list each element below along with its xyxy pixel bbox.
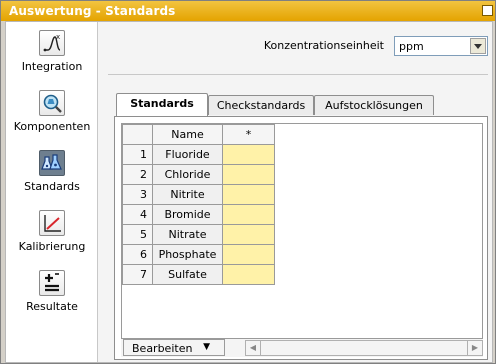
row-number[interactable]: 7 — [122, 264, 153, 285]
plus-equals-icon — [39, 270, 65, 296]
svg-text:x: x — [56, 33, 60, 41]
divider — [108, 74, 488, 75]
sidebar-item-label: Integration — [21, 60, 83, 73]
name-cell[interactable]: Bromide — [152, 204, 223, 225]
flasks-icon — [39, 150, 65, 176]
table-row: 6 Phosphate — [122, 244, 275, 265]
magnifier-flask-icon — [39, 90, 65, 116]
tab-panel: Name * 1 Fluoride 2 Chloride 3 Nitrite 4… — [114, 116, 488, 360]
edit-menu-label: Bearbeiten — [132, 342, 193, 355]
scroll-left-arrow-icon[interactable]: ◀ — [246, 341, 261, 355]
main-panel: Konzentrationseinheit ppm Standards Chec… — [98, 22, 492, 362]
standards-grid: Name * 1 Fluoride 2 Chloride 3 Nitrite 4… — [121, 123, 483, 339]
unit-label: Konzentrationseinheit — [263, 39, 384, 52]
grid-bottom-bar: Bearbeiten ▼ ◀ ▶ — [121, 339, 483, 357]
row-number[interactable]: 1 — [122, 144, 153, 165]
column-header-value[interactable]: * — [222, 124, 275, 145]
sidebar-item-kalibrierung[interactable]: Kalibrierung — [6, 210, 98, 268]
tab-aufstockloesungen[interactable]: Aufstocklösungen — [314, 95, 434, 115]
window-title: Auswertung - Standards — [9, 4, 176, 18]
sidebar-item-label: Komponenten — [13, 120, 91, 133]
unit-row: Konzentrationseinheit ppm — [98, 35, 492, 59]
triangle-down-icon: ▼ — [203, 342, 210, 352]
sidebar-item-integration[interactable]: x Integration — [6, 30, 98, 88]
dropdown-button[interactable] — [470, 38, 486, 54]
table-row: 2 Chloride — [122, 164, 275, 185]
horizontal-scrollbar[interactable]: ◀ ▶ — [245, 340, 483, 356]
column-header-name[interactable]: Name — [152, 124, 223, 145]
value-cell[interactable] — [222, 244, 275, 265]
sidebar-item-label: Kalibrierung — [18, 240, 86, 253]
corner-cell — [122, 124, 153, 145]
sidebar-item-label: Resultate — [26, 300, 78, 313]
unit-select-value: ppm — [399, 40, 424, 53]
value-cell[interactable] — [222, 164, 275, 185]
unit-select[interactable]: ppm — [394, 36, 488, 56]
title-bar: Auswertung - Standards — [1, 1, 495, 21]
row-number[interactable]: 2 — [122, 164, 153, 185]
chevron-down-icon — [474, 44, 482, 49]
sidebar-item-standards[interactable]: Standards — [6, 150, 98, 208]
sidebar: x Integration Komponenten Standards Kali… — [6, 22, 98, 362]
table-row: 7 Sulfate — [122, 264, 275, 285]
app-window: Auswertung - Standards x Integration Kom… — [0, 0, 496, 364]
row-number[interactable]: 5 — [122, 224, 153, 245]
tab-checkstandards[interactable]: Checkstandards — [208, 95, 314, 115]
name-cell[interactable]: Fluoride — [152, 144, 223, 165]
sidebar-item-label: Standards — [24, 180, 80, 193]
sidebar-item-resultate[interactable]: Resultate — [6, 270, 98, 328]
name-cell[interactable]: Sulfate — [152, 264, 223, 285]
name-cell[interactable]: Chloride — [152, 164, 223, 185]
value-cell[interactable] — [222, 184, 275, 205]
value-cell[interactable] — [222, 204, 275, 225]
window-maximize-button[interactable] — [482, 5, 493, 16]
tab-standards[interactable]: Standards — [116, 93, 208, 116]
integration-peak-icon: x — [39, 30, 65, 56]
name-cell[interactable]: Nitrate — [152, 224, 223, 245]
row-number[interactable]: 6 — [122, 244, 153, 265]
name-cell[interactable]: Nitrite — [152, 184, 223, 205]
value-cell[interactable] — [222, 144, 275, 165]
content-area: x Integration Komponenten Standards Kali… — [5, 21, 493, 363]
row-number[interactable]: 3 — [122, 184, 153, 205]
table-header-row: Name * — [122, 124, 275, 145]
standards-table: Name * 1 Fluoride 2 Chloride 3 Nitrite 4… — [122, 124, 275, 285]
table-row: 3 Nitrite — [122, 184, 275, 205]
edit-menu-button[interactable]: Bearbeiten ▼ — [123, 339, 225, 356]
value-cell[interactable] — [222, 224, 275, 245]
value-cell[interactable] — [222, 264, 275, 285]
sidebar-item-komponenten[interactable]: Komponenten — [6, 90, 98, 148]
name-cell[interactable]: Phosphate — [152, 244, 223, 265]
table-row: 1 Fluoride — [122, 144, 275, 165]
tab-bar: Standards Checkstandards Aufstocklösunge… — [116, 93, 488, 116]
row-number[interactable]: 4 — [122, 204, 153, 225]
table-row: 4 Bromide — [122, 204, 275, 225]
table-row: 5 Nitrate — [122, 224, 275, 245]
calibration-curve-icon — [39, 210, 65, 236]
scroll-right-arrow-icon[interactable]: ▶ — [467, 341, 482, 355]
